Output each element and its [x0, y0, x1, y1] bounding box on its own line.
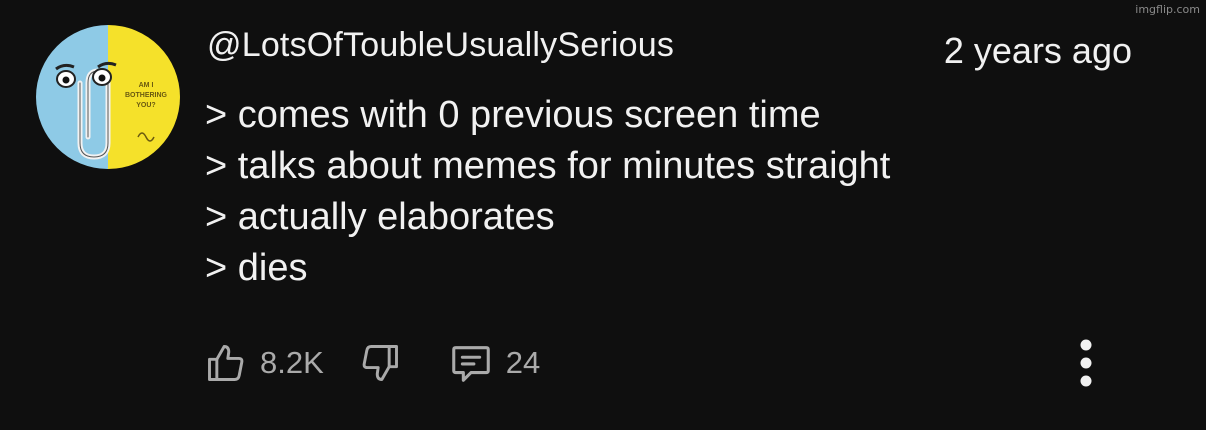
thumbs-up-icon — [204, 341, 248, 385]
comment-card: imgflip.com AM I BOTHERING YOU? @LotsOfT… — [0, 0, 1206, 430]
reply-button[interactable]: 24 — [448, 340, 540, 386]
like-button[interactable]: 8.2K — [204, 341, 324, 385]
comment-line: > comes with 0 previous screen time — [205, 94, 821, 136]
comment-line: > talks about memes for minutes straight — [205, 145, 891, 187]
avatar[interactable]: AM I BOTHERING YOU? — [36, 25, 180, 169]
thumbs-down-icon — [358, 341, 402, 385]
reply-comment-icon — [448, 340, 494, 386]
comment-body: > comes with 0 previous screen time > ta… — [205, 90, 890, 294]
comment-line: > actually elaborates — [205, 196, 555, 238]
more-vertical-icon — [1080, 339, 1092, 387]
avatar-text-2: BOTHERING — [125, 92, 168, 99]
reply-count: 24 — [505, 345, 541, 380]
avatar-text-1: AM I — [139, 82, 154, 89]
clippy-icon: AM I BOTHERING YOU? — [36, 25, 180, 169]
comment-author[interactable]: @LotsOfToubleUsuallySerious — [207, 26, 674, 65]
watermark: imgflip.com — [1135, 3, 1200, 16]
comment-actions: 8.2K 24 — [200, 335, 540, 391]
avatar-text-3: YOU? — [136, 102, 155, 109]
like-count: 8.2K — [260, 345, 324, 380]
more-options-button[interactable] — [1067, 336, 1105, 392]
dislike-button[interactable] — [358, 341, 402, 385]
comment-line: > dies — [205, 247, 308, 289]
comment-timestamp[interactable]: 2 years ago — [944, 30, 1132, 72]
